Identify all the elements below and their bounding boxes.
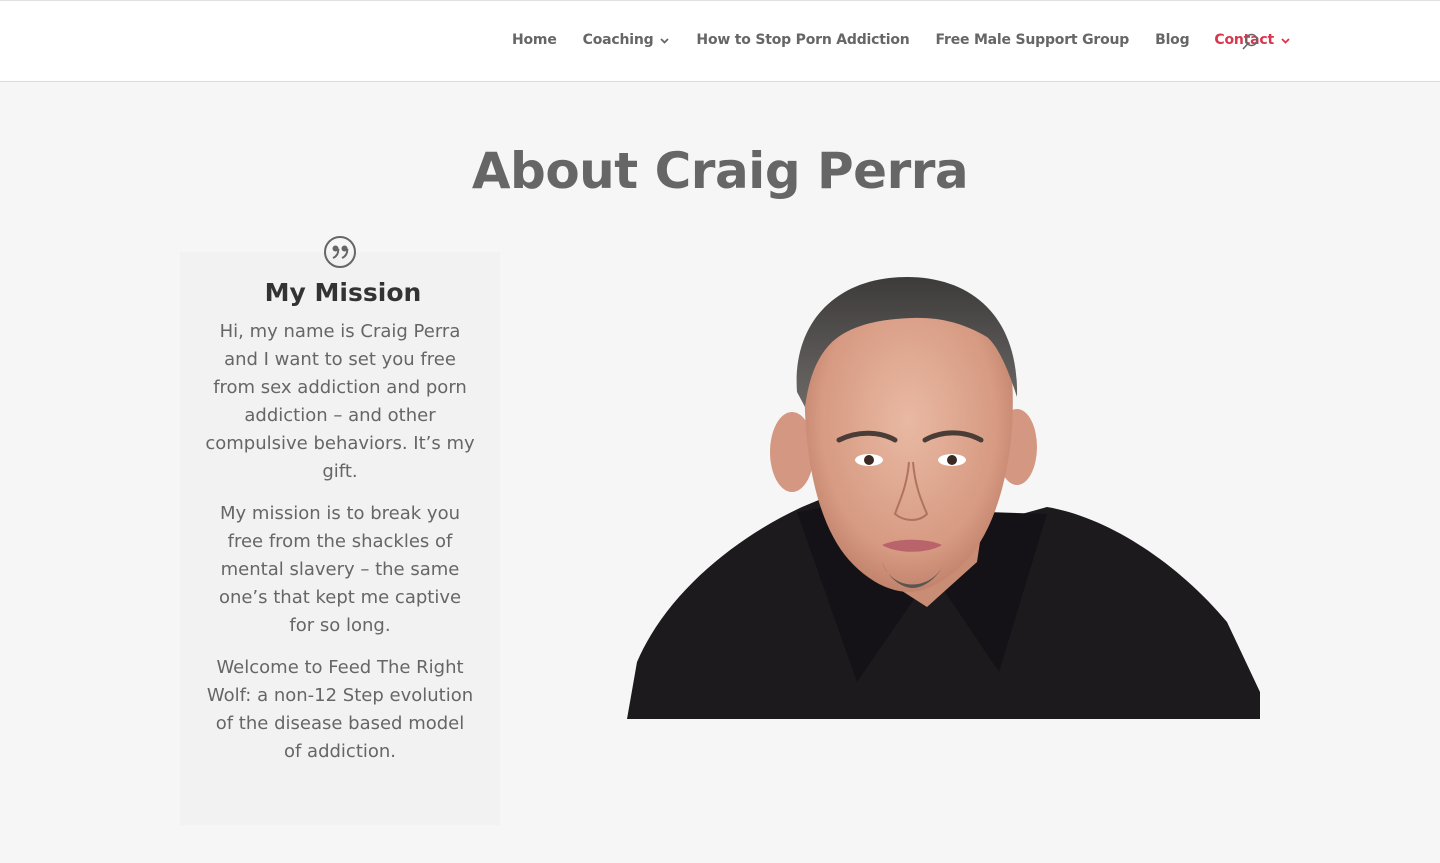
quote-icon (323, 235, 357, 269)
nav-item-blog[interactable]: Blog (1155, 32, 1190, 48)
nav-item-label: Free Male Support Group (935, 32, 1130, 48)
mission-paragraph: My mission is to break you free from the… (218, 503, 462, 636)
nav-item-stop-porn-addiction[interactable]: How to Stop Porn Addiction (696, 32, 909, 48)
chevron-down-icon (660, 36, 670, 47)
portrait-photo (627, 262, 1260, 719)
nav-item-label: Home (512, 32, 557, 48)
page-title: About Craig Perra (471, 142, 969, 200)
nav-item-label: Blog (1155, 32, 1190, 48)
nav-item-label: How to Stop Porn Addiction (696, 32, 910, 48)
mission-title: My Mission (264, 278, 422, 307)
mission-text: Hi, my name is Craig Perra and I want to… (205, 318, 475, 780)
nav-item-home[interactable]: Home (512, 32, 557, 48)
site-header: Home Coaching How to Stop Porn Addiction… (0, 0, 1440, 82)
nav-item-coaching[interactable]: Coaching (583, 32, 670, 48)
mission-paragraph: Welcome to Feed The Right Wolf: a non-12… (206, 657, 474, 762)
nav-item-support-group[interactable]: Free Male Support Group (936, 32, 1130, 48)
mission-paragraph: Hi, my name is Craig Perra and I want to… (205, 321, 475, 482)
nav-item-label: Coaching (582, 32, 654, 48)
main-nav: Home Coaching How to Stop Porn Addiction… (512, 32, 1290, 48)
search-icon[interactable] (1241, 33, 1259, 51)
chevron-down-icon (1281, 36, 1290, 47)
